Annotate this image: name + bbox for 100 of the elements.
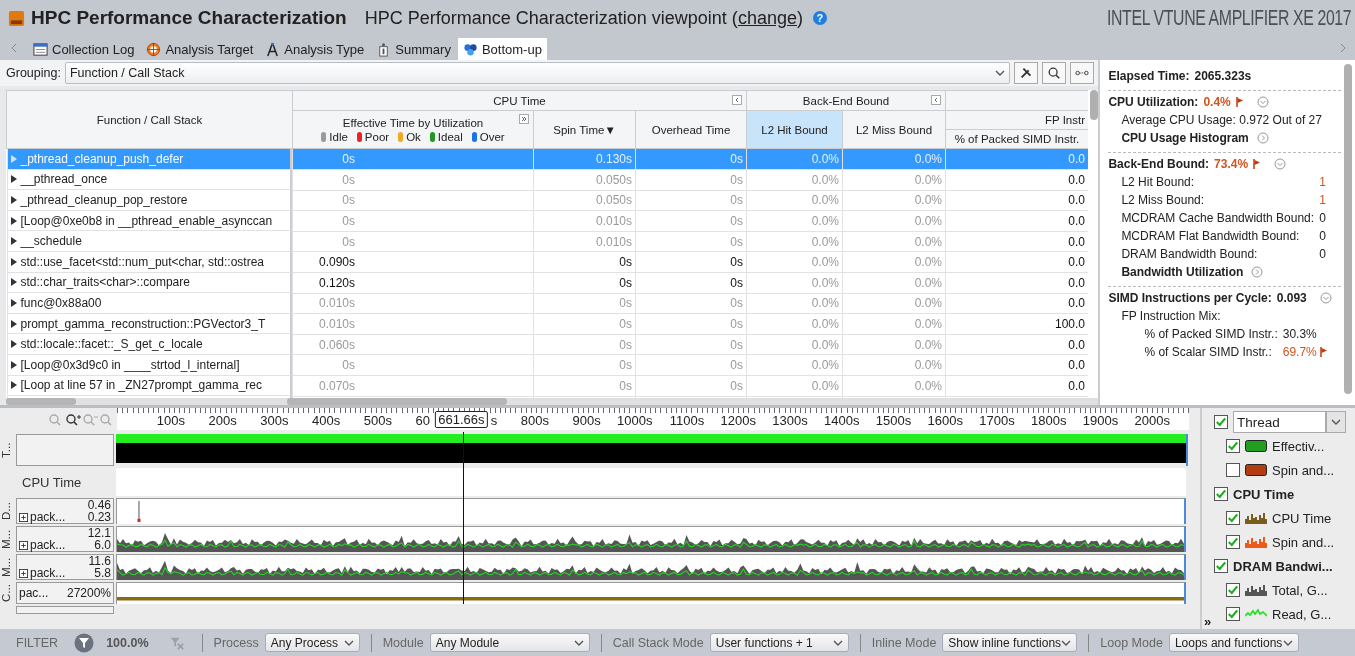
table-row[interactable]: _pthread_cleanup_pop_restore 0s 0.050s 0s 0.0% 0.0% 0.0 [6, 190, 1088, 211]
filter-select[interactable]: User functions + 1 [709, 633, 849, 652]
table-cell: 0.0% [842, 272, 946, 294]
function-name: func@0x88a00 [20, 295, 102, 310]
group-title: CPU Time [493, 94, 546, 107]
details-link[interactable]: CPU Usage Histogram [1121, 131, 1249, 145]
legend-label: Poor [364, 130, 390, 143]
collapse-icon[interactable] [931, 95, 941, 105]
zoom-icon[interactable] [65, 413, 81, 427]
expand-arrow-icon[interactable] [10, 319, 17, 328]
column-group-header[interactable]: FP Instr [945, 110, 1088, 130]
table-row[interactable]: [Loop@0xe0b8 in __pthread_enable_asynccan 0s 0.010s 0s 0.0% 0.0% 0.0 [6, 210, 1088, 232]
table-row[interactable]: __pthread_once 0s 0.050s 0s 0.0% 0.0% 0.0 [6, 169, 1088, 191]
expand-arrow-icon[interactable] [10, 216, 17, 225]
table-row[interactable]: std::char_traits<char>::compare 0.120s 0s 0s 0.0% 0.0% 0.0 [6, 272, 1088, 294]
checkbox[interactable] [1226, 511, 1240, 525]
expand-arrow-icon[interactable] [10, 360, 17, 369]
table-cell: 0.0% [746, 313, 843, 335]
checkbox[interactable] [1226, 439, 1240, 453]
checkbox[interactable] [1226, 463, 1240, 477]
details-link[interactable]: Bandwidth Utilization [1121, 265, 1244, 279]
metric-value: 0 [1319, 247, 1326, 261]
filter-select[interactable]: Loops and functions [1168, 633, 1299, 652]
filter-label: FILTER [16, 635, 59, 650]
checkbox[interactable] [1214, 487, 1228, 501]
table-cell: 0s [635, 210, 747, 232]
table-row[interactable]: [Loop at line 57 in _ZN27prompt_gamma_rec 0.070s 0s 0s 0.0% 0.0% 0.0 [6, 375, 1088, 397]
scale-value: 11.6 [88, 555, 111, 567]
expand-arrow-icon[interactable] [10, 278, 17, 287]
more-button[interactable]: » [1204, 614, 1212, 629]
change-link[interactable]: change [737, 7, 797, 28]
checkbox[interactable] [1214, 559, 1228, 573]
metric-value: 2065.323s [1194, 69, 1252, 83]
tick-label: 200s [208, 413, 237, 428]
table-cell: 0s [635, 231, 747, 252]
metric-value: 0.4% [1203, 95, 1231, 109]
tab[interactable]: Collection Log [28, 38, 140, 60]
tools-button[interactable] [1014, 62, 1039, 84]
flag-icon [1235, 97, 1244, 107]
table-cell: 0s [635, 334, 747, 355]
table-row[interactable]: prompt_gamma_reconstruction::PGVector3_T 0.010s 0s 0s 0.0% 0.0% 100.0 [6, 313, 1088, 335]
scrollbar[interactable] [287, 398, 507, 405]
table-cell: 0s [635, 375, 747, 397]
filter-label: Loop Mode [1100, 635, 1163, 650]
column-header[interactable]: Overhead Time [635, 110, 747, 149]
expand-icon[interactable] [19, 568, 28, 578]
table-cell: 0.0% [842, 354, 946, 376]
expand-icon[interactable] [19, 512, 28, 522]
view-select[interactable]: Thread [1233, 411, 1326, 433]
tab[interactable]: Analysis Target [141, 38, 259, 60]
table-cell: 0s [635, 293, 747, 314]
compass-icon [265, 41, 281, 57]
column-header[interactable]: L2 Hit Bound [746, 110, 843, 149]
scrollbar[interactable] [1344, 64, 1352, 394]
search-button[interactable] [1042, 62, 1067, 84]
grouping-select[interactable]: Function / Call Stack [64, 62, 1011, 84]
tab[interactable]: Bottom-up [457, 38, 547, 60]
metric-value: 30.3% [1282, 327, 1317, 341]
expand-arrow-icon[interactable] [10, 237, 17, 246]
table-cell: 0.0% [842, 375, 946, 397]
table-row[interactable]: std::use_facet<std::num_put<char, std::ostrea 0.090s 0s 0s 0.0% 0.0% 0.0 [6, 251, 1088, 273]
expand-arrow-icon[interactable] [10, 175, 17, 184]
scrollbar[interactable] [6, 398, 76, 405]
filter-select[interactable]: Any Module [429, 633, 590, 652]
column-header[interactable]: Spin Time▼ [533, 110, 636, 149]
column-header[interactable]: Effective Time by Utilization Idle Poor Ok Ideal Over [292, 110, 534, 149]
table-row[interactable]: [Loop@0x3d9c0 in ____strtod_l_internal] 0s 0s 0s 0.0% 0.0% 0.0 [6, 354, 1088, 376]
table-cell: 0.0% [746, 334, 843, 355]
column-header[interactable]: Function / Call Stack [6, 90, 293, 149]
column-group-header[interactable]: CPU Time [292, 90, 747, 111]
filter-select[interactable]: Any Process [264, 633, 360, 652]
checkbox[interactable] [1226, 583, 1240, 597]
checkbox[interactable] [1226, 607, 1240, 621]
column-header[interactable]: L2 Miss Bound [842, 110, 946, 149]
time-ruler[interactable]: 100s 200s 300s 400s 500s 60 661.66s s 800s 900s 1000s 1100s 1200s 1300s 1400s 1500s 1600s 1700s 1800s 1900s 2000s [117, 408, 1189, 430]
checkbox[interactable] [1226, 535, 1240, 549]
expand-icon[interactable] [519, 114, 529, 124]
expand-arrow-icon[interactable] [10, 298, 17, 307]
expand-icon[interactable] [19, 540, 28, 550]
table-cell: 0.0% [746, 210, 843, 232]
filter-icon[interactable] [74, 632, 95, 653]
tick-label: 1100s [669, 413, 705, 428]
filter-select[interactable]: Show inline functions [942, 633, 1078, 652]
tab[interactable]: Analysis Type [260, 38, 370, 60]
link-button[interactable] [1070, 62, 1095, 84]
table-row[interactable]: std::locale::facet::_S_get_c_locale 0.060s 0s 0s 0.0% 0.0% 0.0 [6, 334, 1088, 355]
scrollbar[interactable] [1090, 90, 1099, 120]
metric-label: Elapsed Time: [1108, 69, 1190, 83]
help-button[interactable]: ? [812, 11, 827, 25]
table-row[interactable]: __schedule 0s 0.010s 0s 0.0% 0.0% 0.0 [6, 231, 1088, 252]
expand-arrow-icon[interactable] [10, 196, 17, 204]
collapse-icon[interactable] [732, 95, 742, 105]
column-group-header[interactable]: Back-End Bound [746, 90, 946, 111]
table-row[interactable]: func@0x88a00 0.010s 0s 0s 0.0% 0.0% 0.0 [6, 293, 1088, 314]
expand-arrow-icon[interactable] [10, 257, 17, 266]
expand-arrow-icon[interactable] [10, 381, 17, 390]
time-cursor[interactable] [463, 432, 465, 604]
tab[interactable]: Summary [371, 38, 456, 60]
checkbox[interactable] [1214, 415, 1228, 429]
expand-arrow-icon[interactable] [10, 340, 17, 349]
